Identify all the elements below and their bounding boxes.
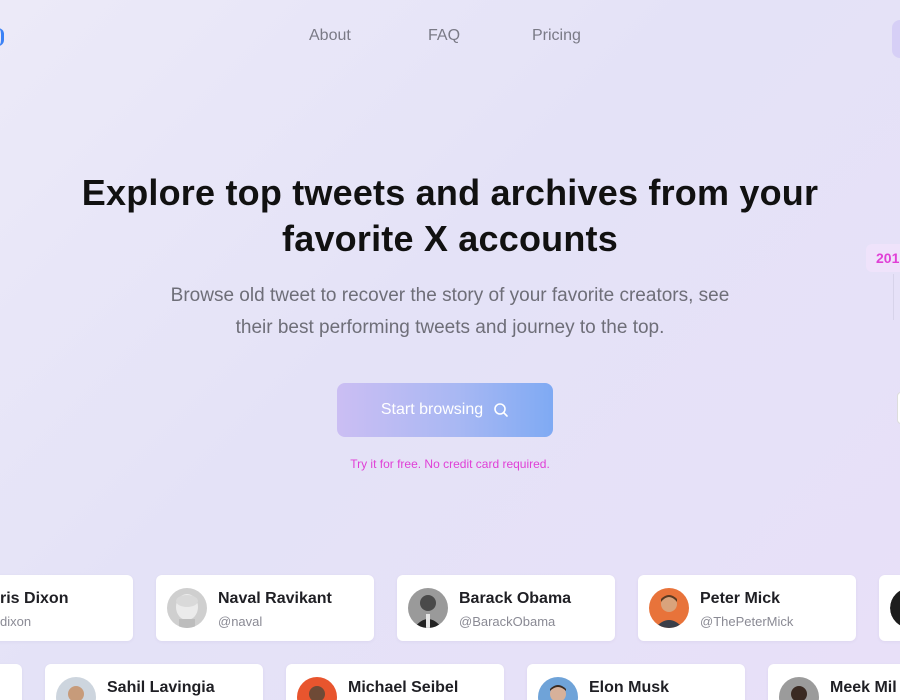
accounts-row-2: Sahil Lavingia Michael Seibel Elon Musk … — [0, 664, 900, 700]
statue-avatar — [167, 588, 207, 628]
account-card-chris-dixon[interactable]: ris Dixon dixon — [0, 575, 133, 641]
account-card-cropped[interactable] — [879, 575, 900, 641]
dark-portrait-avatar — [779, 677, 819, 700]
top-nav: About FAQ Pricing — [0, 27, 900, 49]
account-name: Elon Musk — [589, 679, 670, 696]
free-trial-note: Try it for free. No credit card required… — [350, 457, 550, 471]
header-action-button[interactable] — [892, 20, 900, 58]
orange-portrait-avatar — [297, 677, 337, 700]
account-name: Barack Obama — [459, 590, 572, 607]
blue-portrait-avatar — [538, 677, 578, 700]
account-handle: @BarackObama — [459, 614, 556, 629]
account-card-michael-seibel[interactable]: Michael Seibel — [286, 664, 504, 700]
hero-title-line1: Explore top tweets and archives from you… — [81, 172, 819, 213]
account-card-meek-mill[interactable]: Meek Mil — [768, 664, 900, 700]
orange-portrait-avatar — [649, 588, 689, 628]
portrait-avatar — [56, 677, 96, 700]
search-icon — [493, 402, 509, 418]
nav-link-pricing[interactable]: Pricing — [532, 27, 581, 45]
account-card-peter-mick[interactable]: Peter Mick @ThePeterMick — [638, 575, 856, 641]
account-name: Naval Ravikant — [218, 590, 332, 607]
hero-subtitle: Browse old tweet to recover the story of… — [0, 280, 900, 344]
account-card-elon-musk[interactable]: Elon Musk — [527, 664, 745, 700]
grayscale-portrait-avatar — [408, 588, 448, 628]
account-name: Michael Seibel — [348, 679, 459, 696]
account-card-naval[interactable]: Naval Ravikant @naval — [156, 575, 374, 641]
accounts-row-1: ris Dixon dixon Naval Ravikant @naval Ba… — [0, 575, 900, 641]
hero-title-line2: favorite X accounts — [282, 218, 618, 259]
hero-subtitle-line1: Browse old tweet to recover the story of… — [170, 285, 730, 306]
account-name: Peter Mick — [700, 590, 781, 607]
account-card-barack-obama[interactable]: Barack Obama @BarackObama — [397, 575, 615, 641]
nav-link-about[interactable]: About — [309, 27, 351, 45]
start-browsing-button[interactable]: Start browsing — [337, 383, 553, 437]
timeline-line — [893, 274, 894, 320]
account-name: Sahil Lavingia — [107, 679, 215, 696]
start-browsing-label: Start browsing — [380, 401, 484, 418]
account-handle: @ThePeterMick — [700, 614, 794, 629]
account-name: ris Dixon — [0, 590, 69, 607]
timeline-year-badge: 201 — [866, 244, 900, 272]
account-card-sahil-lavingia[interactable]: Sahil Lavingia — [45, 664, 263, 700]
dark-avatar — [890, 588, 900, 628]
nav-link-faq[interactable]: FAQ — [428, 27, 460, 45]
hero-subtitle-line2: their best performing tweets and journey… — [235, 317, 665, 338]
account-handle: dixon — [0, 614, 32, 629]
landing-page: About FAQ Pricing Explore top tweets and… — [0, 0, 900, 700]
account-name: Meek Mil — [830, 679, 897, 696]
account-handle: @naval — [218, 614, 263, 629]
hero-title: Explore top tweets and archives from you… — [0, 170, 900, 262]
account-card-cropped-left[interactable] — [0, 664, 22, 700]
